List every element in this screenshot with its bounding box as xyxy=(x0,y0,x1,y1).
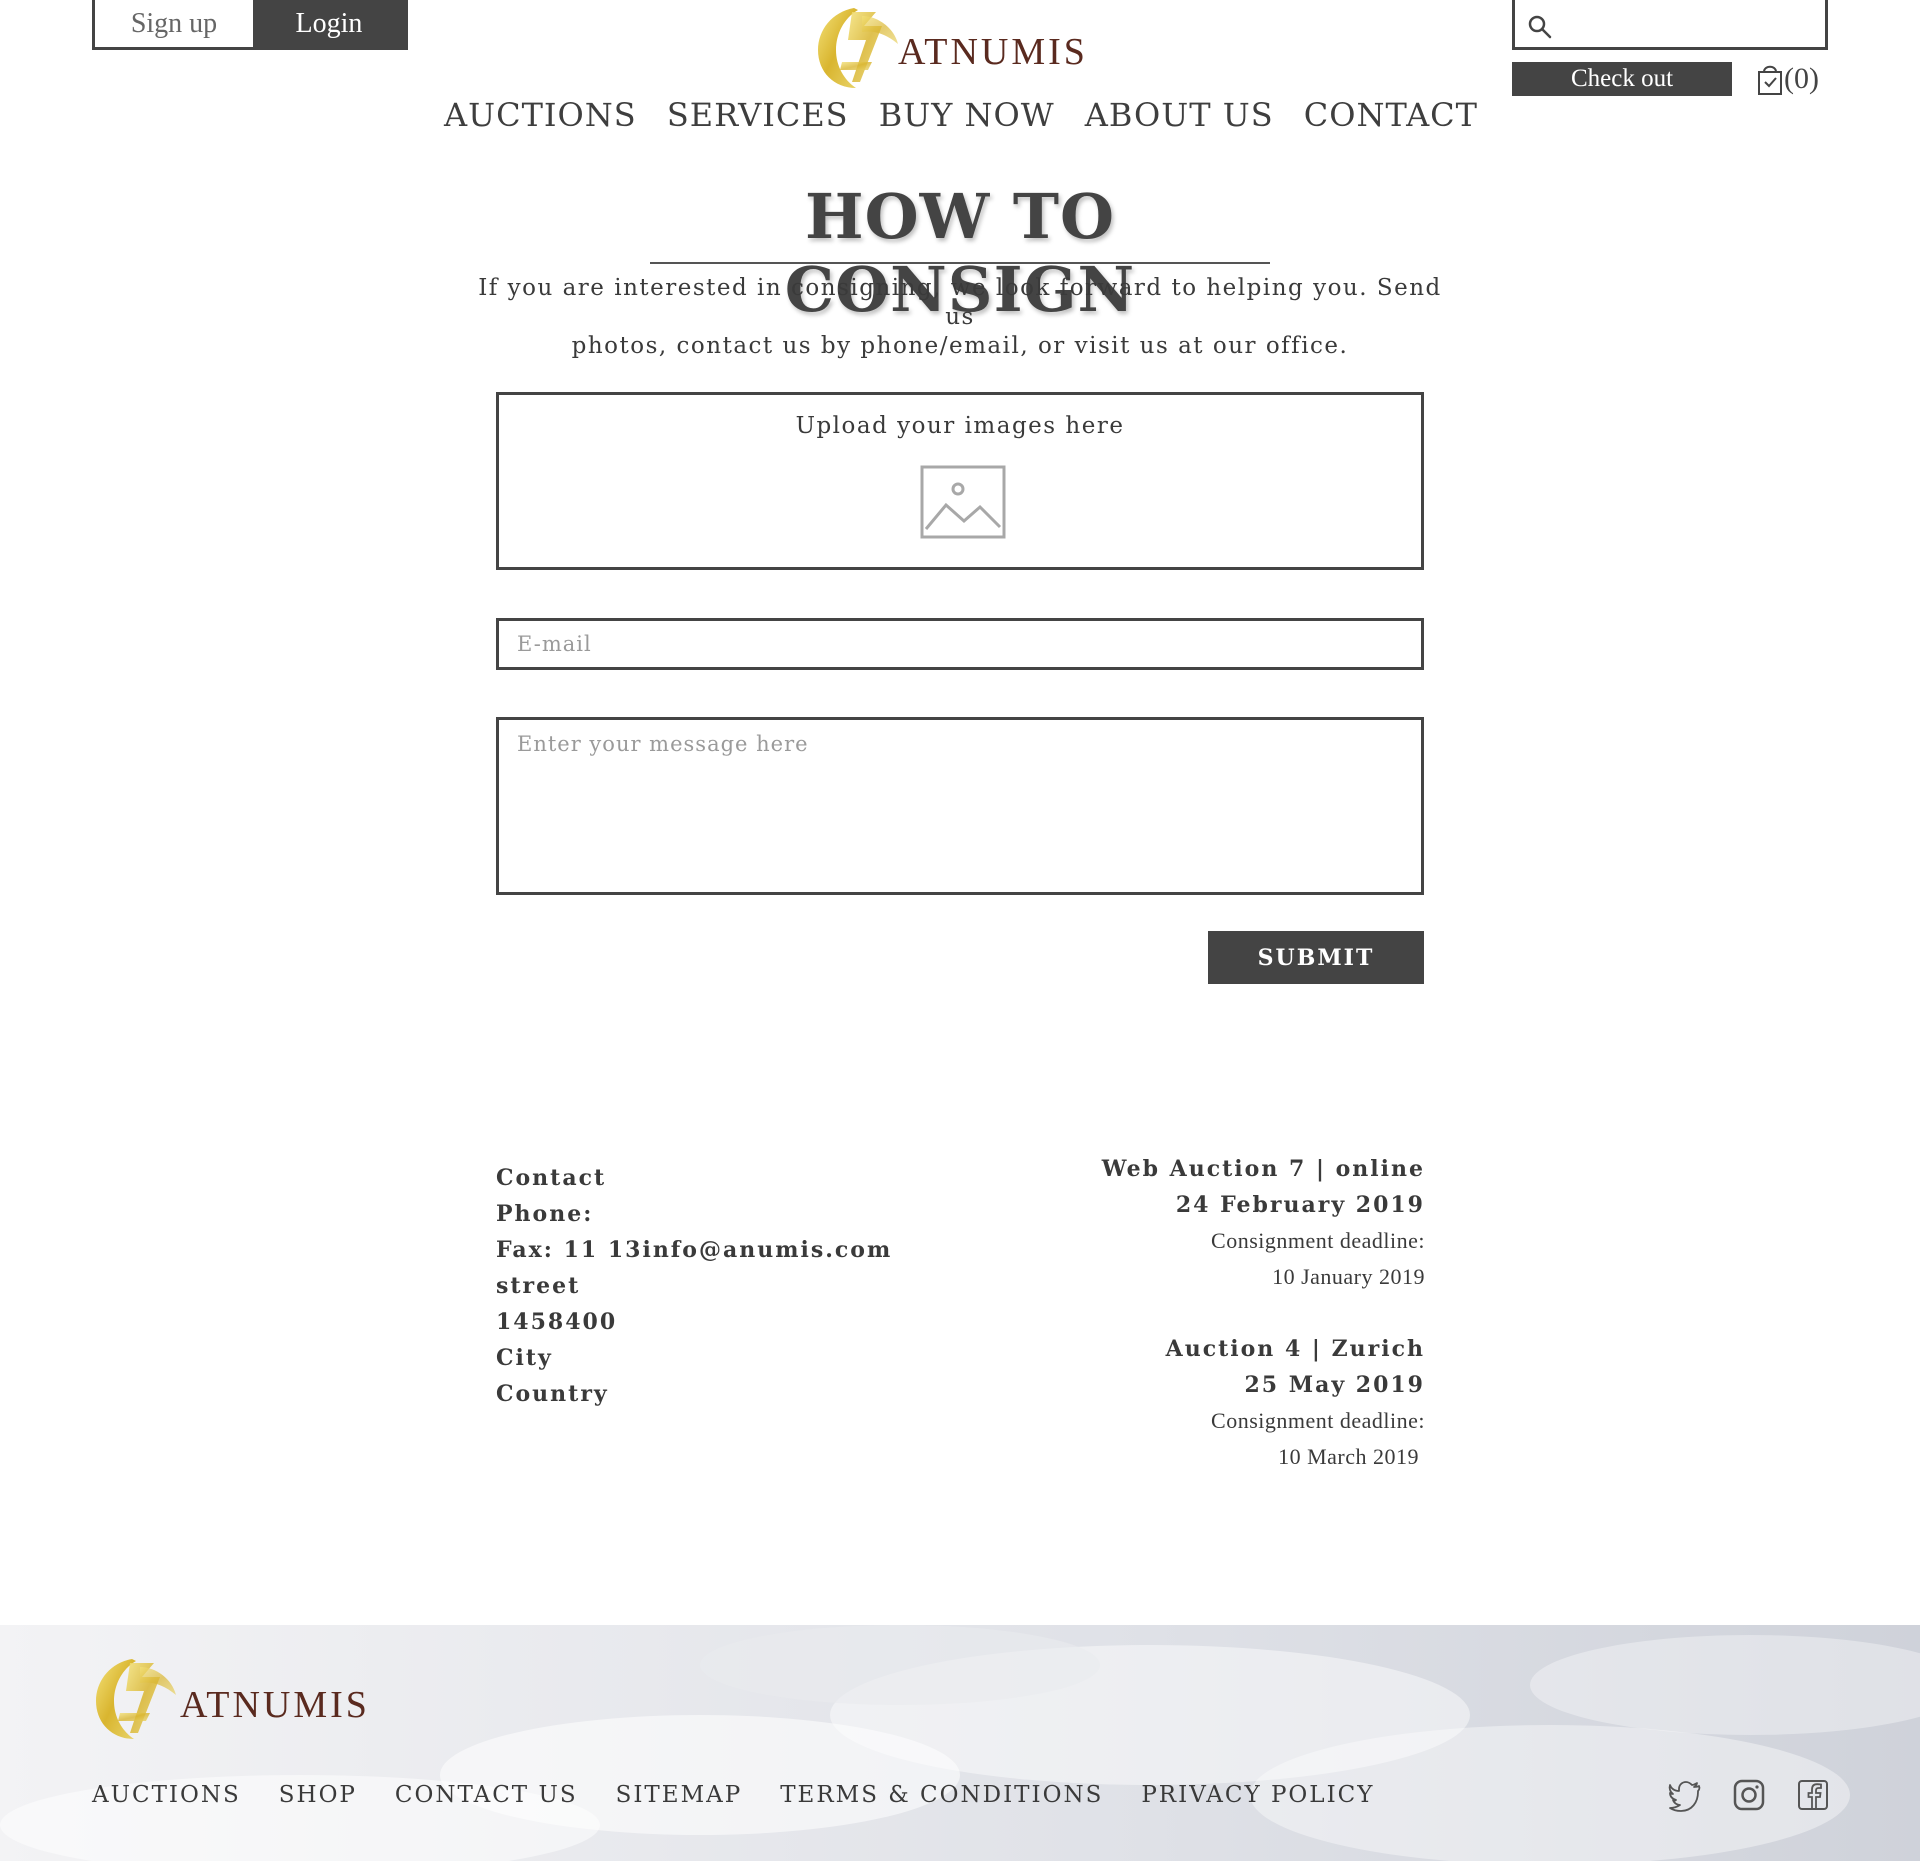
footer-link-privacy[interactable]: PRIVACY POLICY xyxy=(1141,1782,1374,1808)
submit-button[interactable]: SUBMIT xyxy=(1208,931,1424,984)
upload-label: Upload your images here xyxy=(795,413,1125,439)
auth-group: Sign up Login xyxy=(92,0,408,50)
contact-block: Contact Phone: Fax: 11 13info@anumis.com… xyxy=(496,1160,892,1412)
footer-brand-name: ATNUMIS xyxy=(180,1684,370,1726)
login-button[interactable]: Login xyxy=(253,0,405,47)
contact-country: Country xyxy=(496,1381,609,1407)
consignment-deadline-date: 10 January 2019 xyxy=(1272,1264,1425,1289)
consignment-deadline-date: 10 March 2019 xyxy=(1278,1444,1419,1469)
contact-fax-email: Fax: 11 13info@anumis.com xyxy=(496,1237,893,1263)
search-icon[interactable] xyxy=(1527,14,1553,40)
contact-phone: Phone: xyxy=(496,1201,594,1227)
shopping-bag-icon xyxy=(1758,65,1782,95)
auction-date: 24 February 2019 xyxy=(1175,1192,1425,1218)
contact-postcode: 1458400 xyxy=(496,1309,618,1335)
checkout-button[interactable]: Check out xyxy=(1512,62,1732,96)
twitter-icon[interactable] xyxy=(1668,1778,1702,1812)
intro-text: If you are interested in consigning, we … xyxy=(470,274,1450,361)
cart-count: (0) xyxy=(1784,62,1819,95)
image-placeholder-icon xyxy=(920,465,1006,539)
consignment-deadline-label: Consignment deadline: xyxy=(1211,1408,1425,1433)
contact-city: City xyxy=(496,1345,553,1371)
email-field[interactable] xyxy=(496,618,1424,670)
nav-services[interactable]: SERVICES xyxy=(667,96,849,134)
footer-link-shop[interactable]: SHOP xyxy=(279,1782,357,1808)
signup-button[interactable]: Sign up xyxy=(95,0,253,47)
auction-title[interactable]: Auction 4 | Zurich xyxy=(1020,1331,1425,1367)
brand-logo[interactable]: ATNUMIS xyxy=(812,4,1112,90)
brand-name: ATNUMIS xyxy=(898,31,1088,73)
intro-line-1: If you are interested in consigning, we … xyxy=(478,275,1442,330)
message-field[interactable] xyxy=(496,717,1424,895)
contact-street: street xyxy=(496,1273,581,1299)
main-nav: AUCTIONS SERVICES BUY NOW ABOUT US CONTA… xyxy=(444,96,1478,134)
nav-auctions[interactable]: AUCTIONS xyxy=(444,96,637,134)
footer-brand-logo[interactable]: ATNUMIS xyxy=(90,1655,410,1741)
consignment-deadline-label: Consignment deadline: xyxy=(1211,1228,1425,1253)
footer: ATNUMIS xyxy=(0,1625,1920,1861)
footer-link-terms[interactable]: TERMS & CONDITIONS xyxy=(780,1782,1103,1808)
footer-link-sitemap[interactable]: SITEMAP xyxy=(616,1782,743,1808)
nav-contact[interactable]: CONTACT xyxy=(1304,96,1478,134)
nav-buy-now[interactable]: BUY NOW xyxy=(879,96,1055,134)
facebook-icon[interactable] xyxy=(1796,1778,1830,1812)
footer-nav: AUCTIONS SHOP CONTACT US SITEMAP TERMS &… xyxy=(92,1782,1374,1808)
auction-title[interactable]: Web Auction 7 | online xyxy=(1020,1151,1425,1187)
upcoming-auctions: Web Auction 7 | online 24 February 2019 … xyxy=(1020,1151,1425,1475)
title-divider xyxy=(650,262,1270,264)
nav-about-us[interactable]: ABOUT US xyxy=(1085,96,1274,134)
instagram-icon[interactable] xyxy=(1732,1778,1766,1812)
intro-line-2: photos, contact us by phone/email, or vi… xyxy=(571,333,1349,359)
auction-date: 25 May 2019 xyxy=(1244,1372,1425,1398)
search-box[interactable] xyxy=(1512,0,1828,50)
footer-link-contact-us[interactable]: CONTACT US xyxy=(395,1782,578,1808)
image-upload-dropzone[interactable]: Upload your images here xyxy=(496,392,1424,570)
cart[interactable]: (0) xyxy=(1756,58,1832,100)
footer-link-auctions[interactable]: AUCTIONS xyxy=(92,1782,241,1808)
contact-heading: Contact xyxy=(496,1165,607,1191)
